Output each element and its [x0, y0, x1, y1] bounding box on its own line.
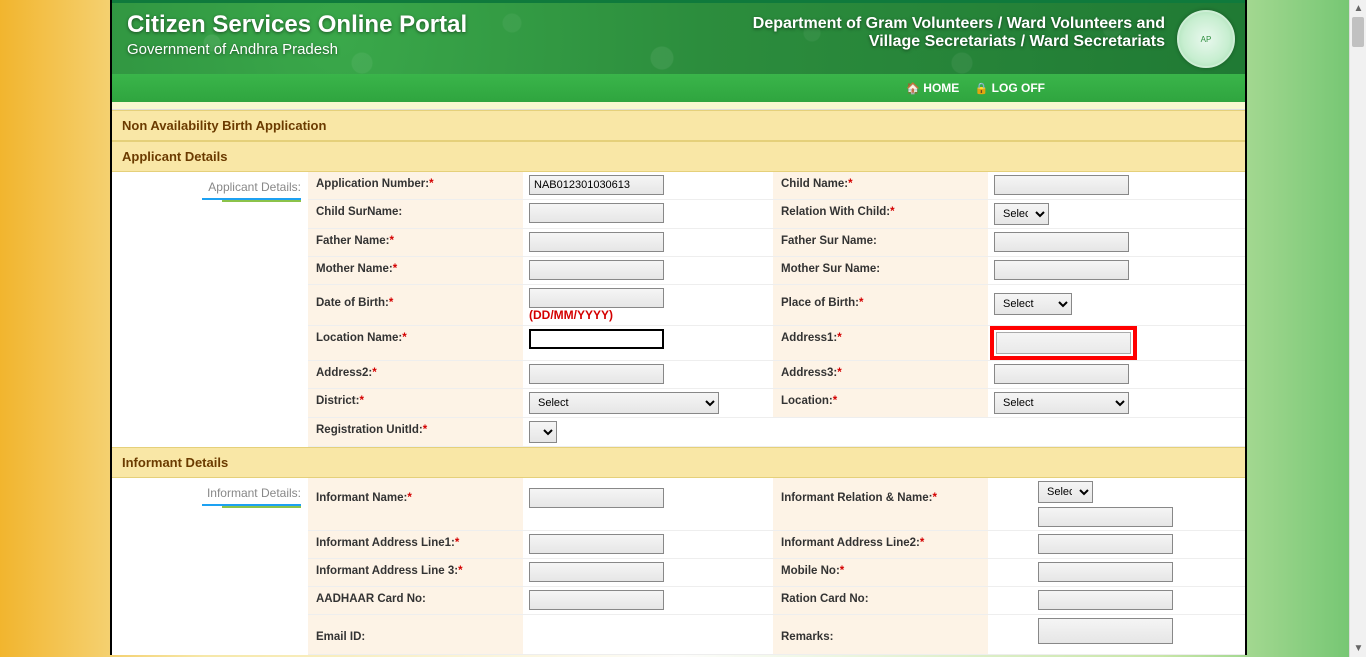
home-label: HOME [923, 81, 959, 95]
ration-input[interactable] [1038, 590, 1173, 610]
scroll-thumb[interactable] [1352, 17, 1364, 47]
main-content: Citizen Services Online Portal Governmen… [110, 0, 1247, 655]
informant-name-input[interactable] [529, 488, 664, 508]
logoff-link[interactable]: 🔒 LOG OFF [975, 81, 1045, 95]
location-name-input[interactable] [529, 329, 664, 349]
banner: Citizen Services Online Portal Governmen… [112, 0, 1245, 74]
label-remarks: Remarks: [781, 631, 833, 643]
label-app-no: Application Number: [316, 178, 429, 190]
address1-highlight [990, 326, 1137, 360]
label-inf-addr2: Informant Address Line2: [781, 537, 920, 549]
label-aadhaar: AADHAAR Card No: [316, 593, 426, 605]
label-addr3: Address3: [781, 367, 837, 379]
remarks-input[interactable] [1038, 618, 1173, 644]
label-father-name: Father Name: [316, 235, 390, 247]
applicant-side-label: Applicant Details: [112, 178, 307, 206]
label-mother-name: Mother Name: [316, 263, 393, 275]
dob-hint: (DD/MM/YYYY) [529, 308, 613, 322]
navbar: 🏠 HOME 🔒 LOG OFF [112, 74, 1245, 102]
page-title: Non Availability Birth Application [112, 110, 1245, 141]
father-name-input[interactable] [529, 232, 664, 252]
applicant-form: Applicant Details: Application Number:* … [112, 172, 1245, 447]
label-dob: Date of Birth: [316, 297, 389, 309]
child-name-input[interactable] [994, 175, 1129, 195]
label-addr2: Address2: [316, 367, 372, 379]
address2-input[interactable] [529, 364, 664, 384]
separator [112, 102, 1245, 110]
relation-select[interactable]: Select [994, 203, 1049, 225]
aadhaar-input[interactable] [529, 590, 664, 610]
label-inf-addr3: Informant Address Line 3: [316, 565, 458, 577]
child-surname-input[interactable] [529, 203, 664, 223]
label-relation: Relation With Child: [781, 206, 890, 218]
logoff-label: LOG OFF [992, 81, 1045, 95]
label-inf-addr1: Informant Address Line1: [316, 537, 455, 549]
lock-icon: 🔒 [975, 83, 989, 95]
dob-input[interactable] [529, 288, 664, 308]
reg-unit-select[interactable] [529, 421, 557, 443]
location-select[interactable]: Select [994, 392, 1129, 414]
vertical-scrollbar[interactable]: ▲ ▼ [1349, 0, 1366, 657]
label-father-surname: Father Sur Name: [781, 235, 877, 247]
address3-input[interactable] [994, 364, 1129, 384]
label-child-name: Child Name: [781, 178, 848, 190]
label-inf-rel: Informant Relation & Name: [781, 492, 932, 504]
label-ration: Ration Card No: [781, 593, 869, 605]
label-mother-surname: Mother Sur Name: [781, 263, 880, 275]
home-icon: 🏠 [906, 83, 920, 95]
scroll-down-icon[interactable]: ▼ [1350, 640, 1366, 657]
label-district: District: [316, 395, 359, 407]
label-mobile: Mobile No: [781, 565, 840, 577]
informant-section-title: Informant Details [112, 447, 1245, 478]
applicant-section-title: Applicant Details [112, 141, 1245, 172]
district-select[interactable]: Select [529, 392, 719, 414]
scroll-up-icon[interactable]: ▲ [1350, 0, 1366, 17]
label-email: Email ID: [316, 631, 365, 643]
informant-addr3-input[interactable] [529, 562, 664, 582]
label-pob: Place of Birth: [781, 297, 859, 309]
dept-line2: Village Secretariats / Ward Secretariats [753, 33, 1165, 51]
pob-select[interactable]: Select [994, 293, 1072, 315]
mother-surname-input[interactable] [994, 260, 1129, 280]
portal-title: Citizen Services Online Portal [127, 11, 467, 39]
mobile-input[interactable] [1038, 562, 1173, 582]
informant-relation-name-input[interactable] [1038, 507, 1173, 527]
informant-addr2-input[interactable] [1038, 534, 1173, 554]
address1-input[interactable] [996, 332, 1131, 354]
informant-addr1-input[interactable] [529, 534, 664, 554]
label-location: Location: [781, 395, 833, 407]
label-inf-name: Informant Name: [316, 492, 407, 504]
home-link[interactable]: 🏠 HOME [906, 81, 959, 95]
govt-emblem-icon: AP [1177, 10, 1235, 68]
label-loc-name: Location Name: [316, 332, 402, 344]
label-addr1: Address1: [781, 332, 837, 344]
informant-form: Informant Details: Informant Name:* Info… [112, 478, 1245, 655]
dept-line1: Department of Gram Volunteers / Ward Vol… [753, 15, 1165, 33]
label-reg-unit: Registration UnitId: [316, 424, 423, 436]
mother-name-input[interactable] [529, 260, 664, 280]
portal-subtitle: Government of Andhra Pradesh [127, 41, 467, 58]
application-number-input[interactable] [529, 175, 664, 195]
informant-relation-select[interactable]: Select [1038, 481, 1093, 503]
informant-side-label: Informant Details: [112, 484, 307, 512]
father-surname-input[interactable] [994, 232, 1129, 252]
label-child-surname: Child SurName: [316, 206, 402, 218]
